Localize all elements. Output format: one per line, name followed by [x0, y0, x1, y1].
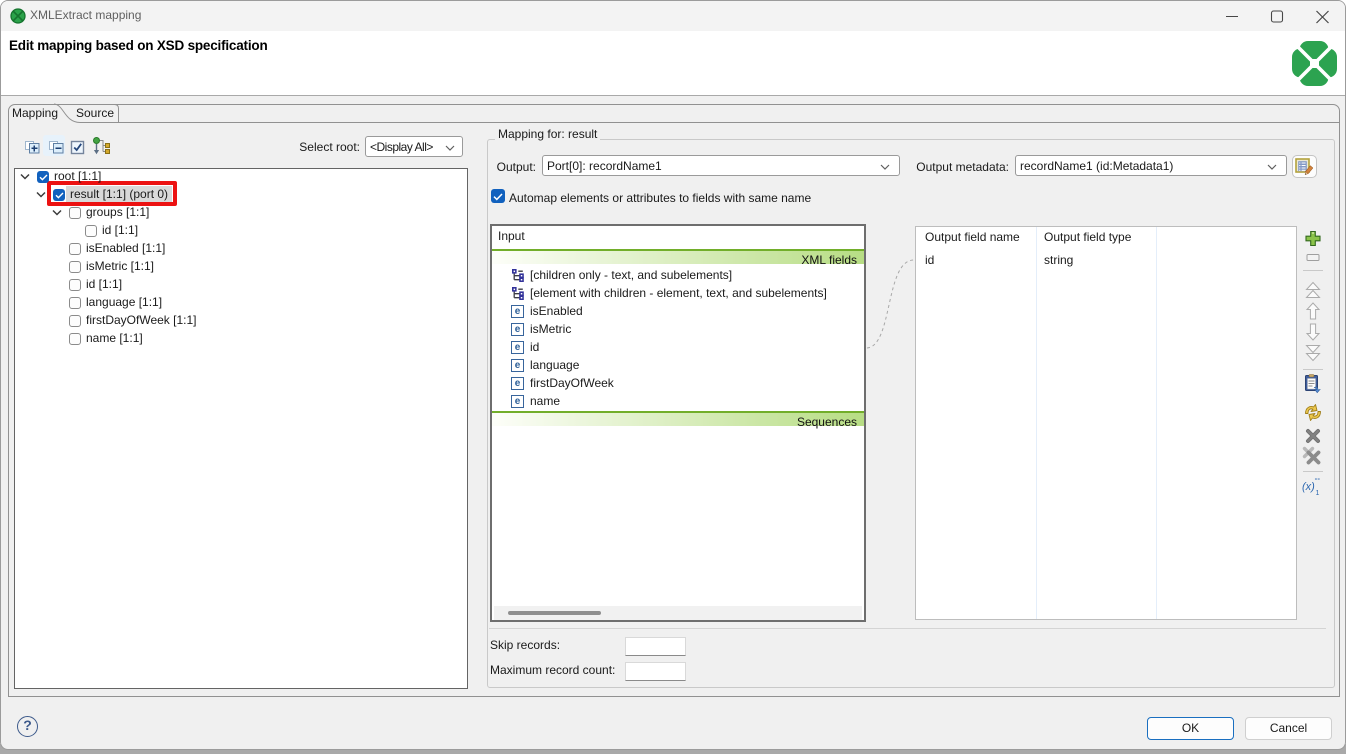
- svg-text:(x): (x): [1302, 481, 1315, 493]
- svg-text:°°: °°: [1315, 477, 1321, 485]
- svg-text:1: 1: [1316, 490, 1320, 497]
